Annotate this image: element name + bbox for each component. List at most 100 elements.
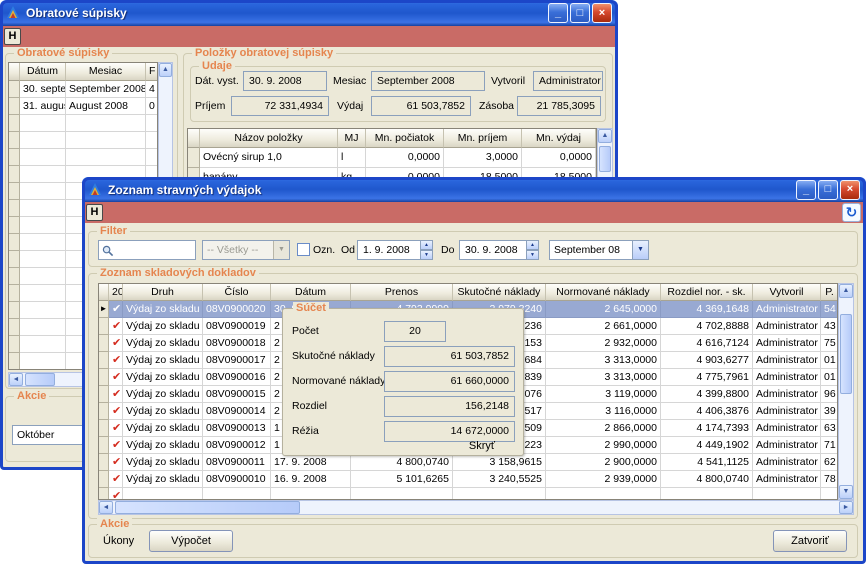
row-selector[interactable] [9,183,20,200]
spin-down-icon[interactable]: ▼ [420,250,433,260]
close-button[interactable]: × [840,180,860,200]
scroll-thumb[interactable] [840,314,852,394]
scroll-thumb[interactable] [25,373,55,386]
table-row[interactable]: ✔Výdaj zo skladu08V090001117. 9. 20084 8… [99,454,838,471]
table-row[interactable]: 31. augusAugust 20080 [9,98,158,115]
column-header[interactable]: 20 [109,284,123,301]
row-selector[interactable] [99,386,109,403]
column-header[interactable]: Druh [123,284,203,301]
type-combo[interactable]: -- Všetky -- ▼ [202,240,290,260]
table-row[interactable]: Ovécný sirup 1,0l0,00003,00000,0000 [188,148,596,168]
table-row[interactable]: 30. septeSeptember 20084 [9,81,158,98]
spin-up-icon[interactable]: ▲ [420,240,433,250]
scroll-up-arrow[interactable]: ▲ [159,63,172,77]
row-selector-header[interactable] [99,284,109,301]
chevron-down-icon[interactable]: ▼ [632,241,648,259]
column-header[interactable]: Názov položky [200,129,338,148]
column-header[interactable]: Rozdiel nor. - sk. [661,284,753,301]
row-selector[interactable] [9,81,20,98]
table-row[interactable] [9,132,158,149]
maximize-button[interactable]: □ [818,180,838,200]
row-selector[interactable] [9,302,20,319]
column-header[interactable]: Mn. výdaj [522,129,596,148]
row-selector[interactable] [9,234,20,251]
row-selector[interactable] [9,132,20,149]
search-input[interactable] [98,240,196,260]
column-header[interactable]: Mn. počiatok [366,129,444,148]
scroll-down-arrow[interactable]: ▼ [839,485,853,499]
row-selector[interactable] [99,369,109,386]
row-selector[interactable] [99,471,109,488]
row-selector[interactable] [9,217,20,234]
scroll-left-arrow[interactable]: ◄ [99,501,113,514]
column-header[interactable]: Normované náklady [546,284,661,301]
row-selector[interactable] [9,251,20,268]
minimize-button[interactable]: _ [796,180,816,200]
row-selector[interactable] [99,318,109,335]
row-selector[interactable]: ► [99,301,109,318]
column-header[interactable]: Číslo [203,284,271,301]
row-selector[interactable] [99,420,109,437]
minimize-button[interactable]: _ [548,3,568,23]
back-titlebar[interactable]: Obratové súpisky _ □ × [0,0,618,26]
table-row[interactable]: ✔ [99,488,838,500]
row-selector[interactable] [99,437,109,454]
row-selector[interactable] [188,148,200,168]
table-row[interactable] [9,149,158,166]
ozn-checkbox[interactable] [297,243,310,256]
scroll-thumb[interactable] [599,146,611,172]
column-header[interactable]: MJ [338,129,366,148]
scroll-right-arrow[interactable]: ► [839,501,853,514]
column-header[interactable]: Dátum [20,63,66,81]
table-row[interactable]: ✔Výdaj zo skladu08V090001016. 9. 20085 1… [99,471,838,488]
column-header[interactable]: F [146,63,158,81]
scroll-left-arrow[interactable]: ◄ [9,373,23,386]
od-date-spinner[interactable]: ▲ ▼ [420,240,433,260]
row-selector-header[interactable] [188,129,200,148]
scroll-up-arrow[interactable]: ▲ [839,284,853,298]
row-selector-header[interactable] [9,63,20,81]
row-selector[interactable] [9,115,20,132]
row-selector[interactable] [99,335,109,352]
column-header[interactable]: Prenos [351,284,453,301]
h-button[interactable]: H [4,28,21,45]
vypocet-button[interactable]: Výpočet [149,530,233,552]
month-combo[interactable]: September 08 ▼ [549,240,649,260]
column-header[interactable]: Mn. príjem [444,129,522,148]
ukony-button[interactable]: Úkony [103,535,134,547]
row-selector[interactable] [99,488,109,500]
column-header[interactable]: P. [821,284,838,301]
spin-up-icon[interactable]: ▲ [526,240,539,250]
row-selector[interactable] [9,98,20,115]
spin-down-icon[interactable]: ▼ [526,250,539,260]
close-button[interactable]: × [592,3,612,23]
column-header[interactable]: Vytvoril [753,284,821,301]
table-row[interactable] [9,115,158,132]
refresh-icon[interactable]: ↻ [842,203,861,222]
skryt-button[interactable]: Skryť [469,440,495,452]
h-button[interactable]: H [86,204,103,221]
row-selector[interactable] [99,352,109,369]
row-selector[interactable] [9,285,20,302]
column-header[interactable]: Mesiac [66,63,146,81]
row-selector[interactable] [9,268,20,285]
maximize-button[interactable]: □ [570,3,590,23]
row-selector[interactable] [9,149,20,166]
column-header[interactable]: Skutočné náklady [453,284,546,301]
documents-vscrollbar[interactable]: ▲ ▼ [838,283,854,500]
do-date-spinner[interactable]: ▲ ▼ [526,240,539,260]
scroll-thumb[interactable] [115,501,300,514]
column-header[interactable]: Dátum [271,284,351,301]
row-selector[interactable] [9,319,20,336]
do-date-field[interactable]: 30. 9. 2008 [459,240,527,260]
front-titlebar[interactable]: Zoznam stravných výdajok _ □ × [82,177,866,202]
zatvorit-button[interactable]: Zatvoriť [773,530,847,552]
row-selector[interactable] [99,454,109,471]
od-date-field[interactable]: 1. 9. 2008 [357,240,421,260]
row-selector[interactable] [9,200,20,217]
scroll-up-arrow[interactable]: ▲ [598,129,612,143]
documents-hscrollbar[interactable]: ◄ ► [98,500,854,515]
row-selector[interactable] [9,353,20,370]
row-selector[interactable] [9,336,20,353]
row-selector[interactable] [9,166,20,183]
